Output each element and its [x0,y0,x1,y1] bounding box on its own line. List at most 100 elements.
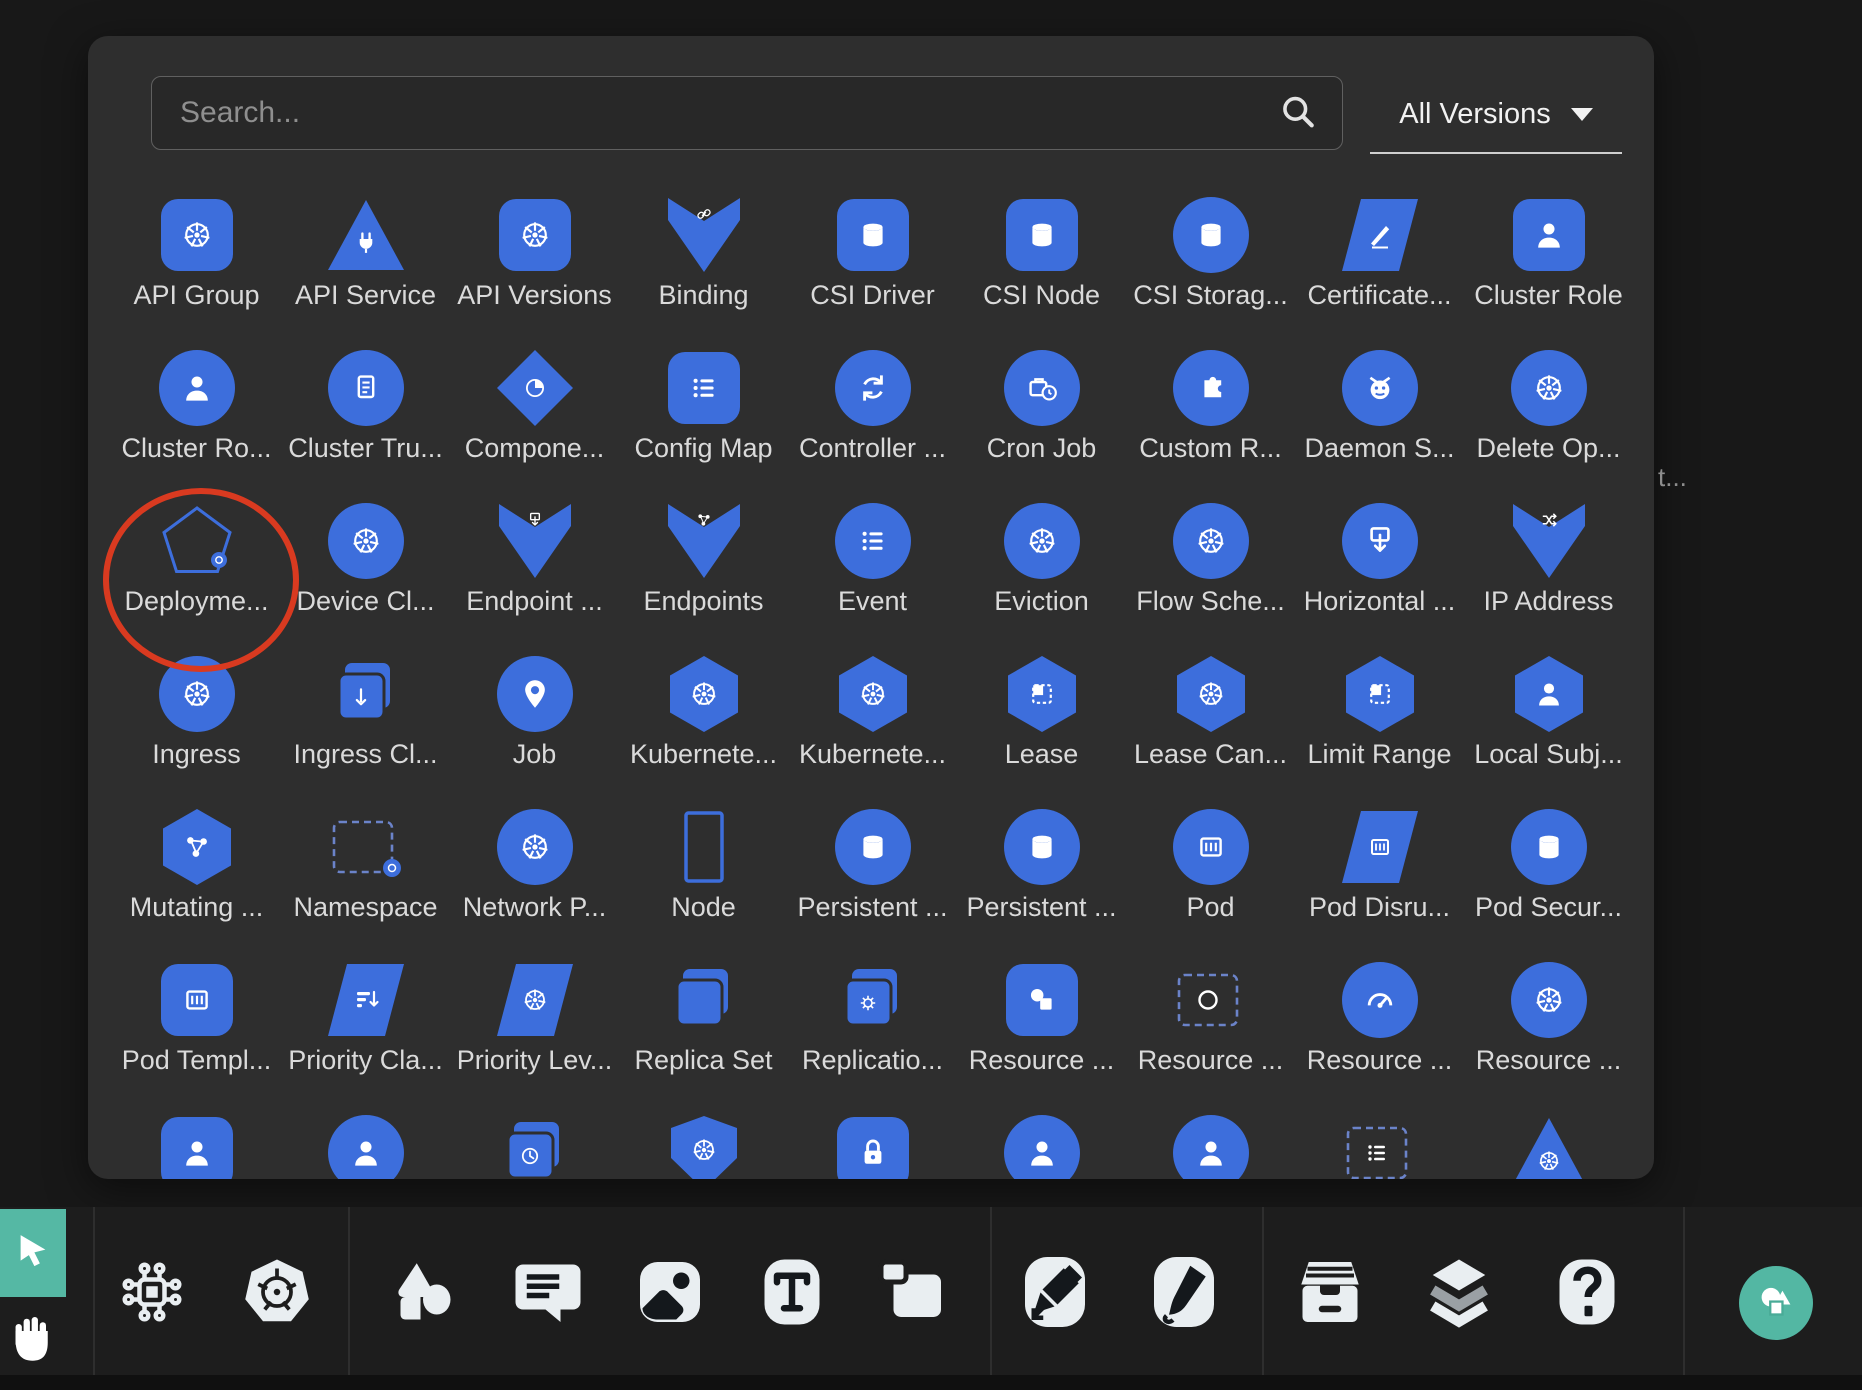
select-tool[interactable] [0,1209,66,1297]
library-item-delete-op[interactable]: Delete Op... [1464,348,1633,467]
library-item-priority-lev[interactable]: Priority Lev... [450,960,619,1079]
library-item-lease[interactable]: Lease [957,654,1126,773]
library-item-config-map[interactable]: Config Map [619,348,788,467]
library-item-job[interactable]: Job [450,654,619,773]
library-button[interactable] [1739,1266,1813,1340]
search-input[interactable] [152,96,1276,130]
library-item-label: Endpoint ... [466,586,603,620]
library-item-row7-item-9[interactable] [1464,1113,1633,1179]
library-item-local-subj[interactable]: Local Subj... [1464,654,1633,773]
library-item-ingress-cl[interactable]: Ingress Cl... [281,654,450,773]
library-item-persistent[interactable]: Persistent ... [957,807,1126,926]
help-tool[interactable] [1547,1252,1627,1332]
library-item-replicatio[interactable]: Replicatio... [788,960,957,1079]
layers-tool[interactable] [1419,1252,1499,1332]
persistent-icon [1002,807,1082,887]
library-item-resource[interactable]: Resource ... [1464,960,1633,1079]
library-item-deployme[interactable]: Deployme... [112,501,281,620]
pen-tool[interactable] [1015,1252,1095,1332]
library-item-row7-item-5[interactable] [788,1113,957,1179]
library-item-api-versions[interactable]: API Versions [450,195,619,314]
pencil-tool[interactable] [1144,1252,1224,1332]
toolbar-divider [1683,1207,1685,1375]
search-box[interactable] [151,76,1343,150]
library-item-row7-item-1[interactable] [112,1113,281,1179]
library-item-label: Cluster Ro... [121,433,271,467]
library-item-label: Lease Can... [1134,739,1287,773]
hand-tool[interactable] [2,1305,62,1371]
library-item-certificate[interactable]: Certificate... [1295,195,1464,314]
library-item-label: Job [513,739,557,773]
library-item-row7-item-6[interactable] [957,1113,1126,1179]
library-item-row7-item-7[interactable] [1126,1113,1295,1179]
library-item-pod-secur[interactable]: Pod Secur... [1464,807,1633,926]
library-item-ip-address[interactable]: IP Address [1464,501,1633,620]
library-item-kubernete[interactable]: Kubernete... [788,654,957,773]
library-item-mutating[interactable]: Mutating ... [112,807,281,926]
library-item-resource[interactable]: Resource ... [1126,960,1295,1079]
library-item-csi-driver[interactable]: CSI Driver [788,195,957,314]
archive-tool[interactable] [1290,1252,1370,1332]
library-item-node[interactable]: Node [619,807,788,926]
library-item-binding[interactable]: Binding [619,195,788,314]
library-item-namespace[interactable]: Namespace [281,807,450,926]
library-item-endpoint[interactable]: Endpoint ... [450,501,619,620]
pod-disru-icon [1340,807,1420,887]
library-item-pod-templ[interactable]: Pod Templ... [112,960,281,1079]
library-item-cluster-tru[interactable]: Cluster Tru... [281,348,450,467]
library-item-resource[interactable]: Resource ... [957,960,1126,1079]
library-item-api-service[interactable]: API Service [281,195,450,314]
library-item-network-p[interactable]: Network P... [450,807,619,926]
comment-tool[interactable] [508,1252,588,1332]
library-item-lease-can[interactable]: Lease Can... [1126,654,1295,773]
version-filter-dropdown[interactable]: All Versions [1370,76,1622,154]
replicatio-icon [833,960,913,1040]
library-item-row7-item-2[interactable] [281,1113,450,1179]
library-item-api-group[interactable]: API Group [112,195,281,314]
library-item-custom-r[interactable]: Custom R... [1126,348,1295,467]
library-item-cron-job[interactable]: Cron Job [957,348,1126,467]
library-item-kubernete[interactable]: Kubernete... [619,654,788,773]
event-icon [833,501,913,581]
library-item-limit-range[interactable]: Limit Range [1295,654,1464,773]
library-item-label: Eviction [994,586,1089,620]
icon-library-dialog: All Versions API GroupAPI ServiceAPI Ver… [88,36,1654,1179]
library-item-row7-item-3[interactable] [450,1113,619,1179]
library-item-replica-set[interactable]: Replica Set [619,960,788,1079]
library-item-pod-disru[interactable]: Pod Disru... [1295,807,1464,926]
custom-r-icon [1171,348,1251,428]
ip-address-icon [1509,501,1589,581]
library-item-priority-cla[interactable]: Priority Cla... [281,960,450,1079]
library-item-horizontal[interactable]: Horizontal ... [1295,501,1464,620]
compone-icon [495,348,575,428]
library-item-cluster-role[interactable]: Cluster Role [1464,195,1633,314]
library-item-csi-node[interactable]: CSI Node [957,195,1126,314]
library-item-eviction[interactable]: Eviction [957,501,1126,620]
note-tool[interactable] [871,1252,951,1332]
library-item-row7-item-4[interactable] [619,1113,788,1179]
library-item-csi-storag[interactable]: CSI Storag... [1126,195,1295,314]
device-cl-icon [326,501,406,581]
library-item-flow-sche[interactable]: Flow Sche... [1126,501,1295,620]
kubernetes-tool[interactable] [237,1252,317,1332]
library-item-row7-item-8[interactable] [1295,1113,1464,1179]
library-item-device-cl[interactable]: Device Cl... [281,501,450,620]
library-item-controller[interactable]: Controller ... [788,348,957,467]
library-item-label: Resource ... [1307,1045,1453,1079]
library-item-ingress[interactable]: Ingress [112,654,281,773]
library-item-pod[interactable]: Pod [1126,807,1295,926]
library-item-compone[interactable]: Compone... [450,348,619,467]
text-tool[interactable] [752,1252,832,1332]
eviction-icon [1002,501,1082,581]
library-item-persistent[interactable]: Persistent ... [788,807,957,926]
circuit-tool[interactable] [112,1252,192,1332]
library-item-endpoints[interactable]: Endpoints [619,501,788,620]
library-item-resource[interactable]: Resource ... [1295,960,1464,1079]
toolbar-divider [1262,1207,1264,1375]
replica-set-icon [664,960,744,1040]
library-item-cluster-ro[interactable]: Cluster Ro... [112,348,281,467]
shapes-tool[interactable] [383,1252,463,1332]
library-item-event[interactable]: Event [788,501,957,620]
library-item-daemon-s[interactable]: Daemon S... [1295,348,1464,467]
image-tool[interactable] [630,1252,710,1332]
